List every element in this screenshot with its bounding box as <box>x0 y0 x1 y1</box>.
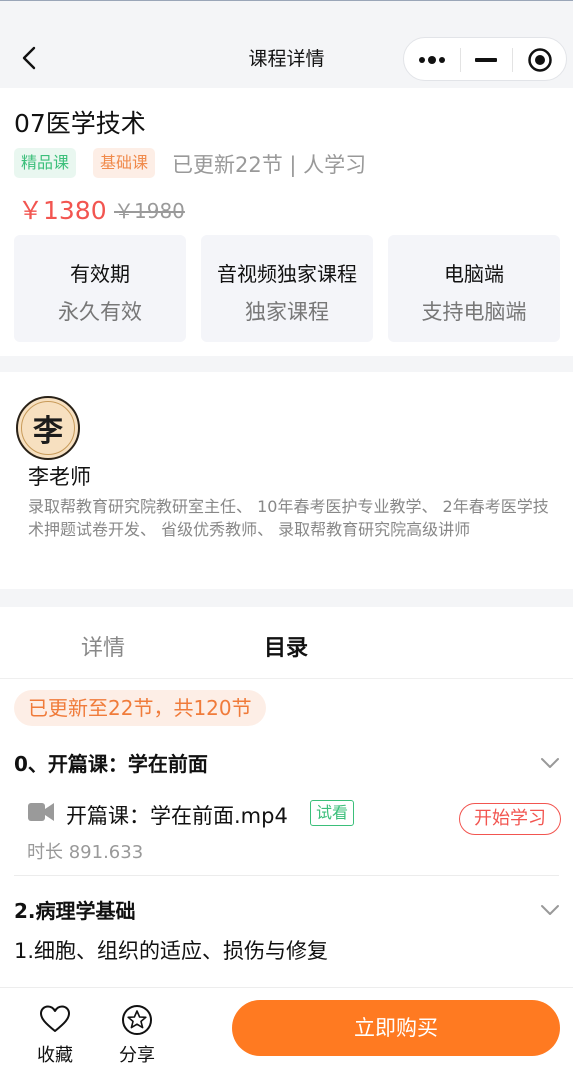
lesson-duration: 时长 891.633 <box>27 842 144 863</box>
tab-catalog[interactable]: 目录 <box>264 630 308 662</box>
star-circle-icon <box>115 1004 159 1036</box>
current-price: ￥1380 <box>18 196 107 225</box>
avatar-ring <box>21 401 75 455</box>
catalog-section-title[interactable]: 0、开篇课：学在前面 <box>14 748 208 777</box>
teacher-name: 李老师 <box>28 465 91 489</box>
course-title: 07医学技术 <box>14 109 146 138</box>
video-icon <box>27 800 55 824</box>
share-label: 分享 <box>119 1045 155 1066</box>
buy-now-button[interactable]: 立即购买 <box>232 1000 560 1056</box>
tab-details[interactable]: 详情 <box>81 630 125 662</box>
feature-title: 电脑端 <box>444 262 504 286</box>
start-learning-button[interactable]: 开始学习 <box>459 803 561 835</box>
feature-value: 独家课程 <box>245 300 329 324</box>
update-status-badge: 已更新至22节，共120节 <box>14 690 266 726</box>
more-button[interactable] <box>404 38 460 82</box>
minimize-icon <box>475 58 497 62</box>
section-gap <box>0 589 573 607</box>
favorite-button[interactable]: 收藏 <box>33 1004 77 1067</box>
mini-program-capsule <box>403 37 567 81</box>
premium-tag: 精品课 <box>14 148 77 178</box>
lesson-item[interactable]: 1.细胞、组织的适应、损伤与修复 <box>14 935 328 965</box>
more-dots-icon <box>419 56 445 64</box>
feature-value: 永久有效 <box>58 300 142 324</box>
section-gap <box>0 356 573 372</box>
lesson-title[interactable]: 开篇课：学在前面.mp4 <box>66 800 288 830</box>
feature-title: 有效期 <box>70 262 130 286</box>
section-toggle[interactable] <box>538 751 562 775</box>
course-meta: 已更新22节 | 人学习 <box>172 153 367 177</box>
basic-tag: 基础课 <box>93 148 156 178</box>
trial-tag: 试看 <box>310 800 355 826</box>
feature-card-pc: 电脑端 支持电脑端 <box>388 235 560 342</box>
favorite-label: 收藏 <box>37 1045 73 1066</box>
feature-value: 支持电脑端 <box>421 300 527 324</box>
chevron-down-icon <box>541 758 559 768</box>
minimize-button[interactable] <box>460 38 512 82</box>
target-circle-icon <box>528 48 552 72</box>
teacher-bio: 录取帮教育研究院教研室主任、 10年春考医护专业教学、 2年春考医学技术押题试卷… <box>28 497 549 539</box>
section-toggle[interactable] <box>538 898 562 922</box>
divider <box>14 875 559 876</box>
catalog-section-title[interactable]: 2.病理学基础 <box>14 895 136 924</box>
original-price: ￥1980 <box>114 199 185 223</box>
chevron-down-icon <box>541 905 559 915</box>
feature-card-exclusive: 音视频独家课程 独家课程 <box>201 235 373 342</box>
feature-title: 音视频独家课程 <box>217 262 357 286</box>
heart-icon <box>33 1004 77 1036</box>
close-program-button[interactable] <box>512 38 568 82</box>
feature-card-validity: 有效期 永久有效 <box>14 235 186 342</box>
share-button[interactable]: 分享 <box>115 1004 159 1067</box>
